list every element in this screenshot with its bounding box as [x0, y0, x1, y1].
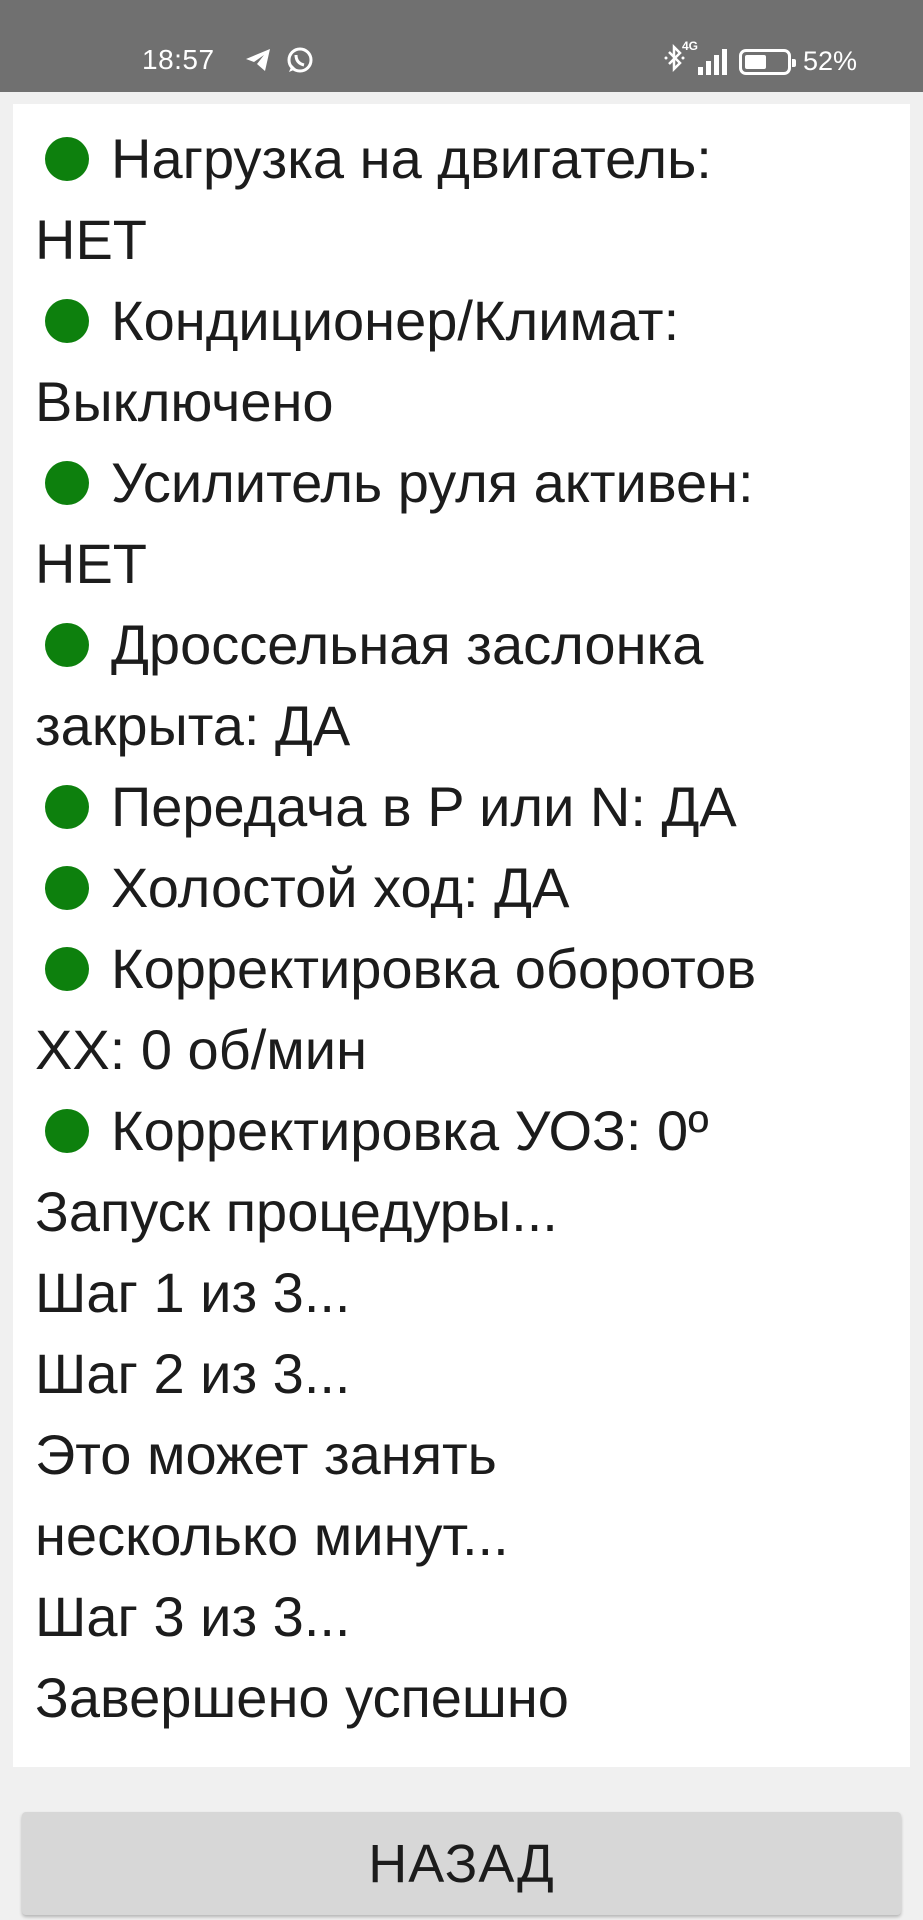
- status-dot-icon: [45, 460, 89, 505]
- status-dot-icon: [45, 784, 89, 829]
- log-line-text: Выключено: [35, 370, 334, 433]
- log-line-text: Холостой ход: ДА: [111, 856, 570, 919]
- network-type-label: 4G: [681, 38, 698, 53]
- log-line: НЕТ: [35, 523, 910, 604]
- log-line: НЕТ: [35, 199, 910, 280]
- log-line-text: НЕТ: [35, 532, 147, 595]
- log-line: Это может занять: [35, 1414, 910, 1495]
- log-line: Передача в P или N: ДА: [35, 766, 910, 847]
- telegram-icon: [244, 47, 272, 78]
- log-line: Кондиционер/Климат:: [35, 280, 910, 361]
- log-line: Запуск процедуры...: [35, 1171, 910, 1252]
- log-line-text: Запуск процедуры...: [35, 1180, 558, 1243]
- battery-level: [744, 54, 766, 69]
- log-line-text: ХХ: 0 об/мин: [35, 1018, 368, 1081]
- log-line-text: Завершено успешно: [35, 1666, 569, 1729]
- log-line: Завершено успешно: [35, 1657, 910, 1738]
- log-line: Шаг 3 из 3...: [35, 1576, 910, 1657]
- notification-icons: [244, 46, 314, 79]
- log-line: Корректировка УОЗ: 0º: [35, 1090, 910, 1171]
- whatsapp-icon: [286, 46, 314, 79]
- log-line: ХХ: 0 об/мин: [35, 1009, 910, 1090]
- status-dot-icon: [45, 865, 89, 910]
- procedure-log: Нагрузка на двигатель: НЕТ Кондиционер/Кли…: [13, 104, 910, 1767]
- battery-icon: [738, 48, 796, 75]
- status-dot-icon: [45, 298, 89, 343]
- log-line: закрыта: ДА: [35, 685, 910, 766]
- log-line-text: Дроссельная заслонка: [111, 613, 704, 676]
- status-dot-icon: [45, 946, 89, 991]
- status-time: 18:57: [142, 44, 215, 75]
- log-line-text: Передача в P или N: ДА: [111, 775, 737, 838]
- status-dot-icon: [45, 136, 89, 181]
- log-line: Усилитель руля активен:: [35, 442, 910, 523]
- log-line-text: НЕТ: [35, 208, 147, 271]
- log-line-text: Шаг 3 из 3...: [35, 1585, 351, 1648]
- log-line: Шаг 1 из 3...: [35, 1252, 910, 1333]
- log-line: несколько минут...: [35, 1495, 910, 1576]
- log-line-text: Шаг 2 из 3...: [35, 1342, 351, 1405]
- log-line: Холостой ход: ДА: [35, 847, 910, 928]
- system-status: 4G 52%: [664, 39, 857, 79]
- log-line-text: Это может занять: [35, 1423, 497, 1486]
- log-lines: Нагрузка на двигатель: НЕТ Кондиционер/Кли…: [35, 118, 910, 1738]
- status-dot-icon: [45, 1108, 89, 1153]
- log-line-text: Корректировка УОЗ: 0º: [111, 1099, 709, 1162]
- log-line-text: Корректировка оборотов: [111, 937, 757, 1000]
- log-line-text: закрыта: ДА: [35, 694, 351, 757]
- cellular-signal-icon: 4G: [682, 39, 727, 75]
- log-line: Выключено: [35, 361, 910, 442]
- back-button[interactable]: НАЗАД: [22, 1812, 901, 1915]
- log-line: Дроссельная заслонка: [35, 604, 910, 685]
- battery-percent: 52%: [802, 46, 857, 76]
- status-bar: 18:57 4G 52%: [0, 0, 923, 92]
- log-line-text: Шаг 1 из 3...: [35, 1261, 351, 1324]
- status-dot-icon: [45, 622, 89, 667]
- log-line-text: несколько минут...: [35, 1504, 509, 1567]
- log-line-text: Кондиционер/Климат:: [111, 289, 680, 352]
- log-line: Корректировка оборотов: [35, 928, 910, 1009]
- log-line: Нагрузка на двигатель:: [35, 118, 910, 199]
- log-line: Шаг 2 из 3...: [35, 1333, 910, 1414]
- log-line-text: Нагрузка на двигатель:: [111, 127, 712, 190]
- log-line-text: Усилитель руля активен:: [111, 451, 754, 514]
